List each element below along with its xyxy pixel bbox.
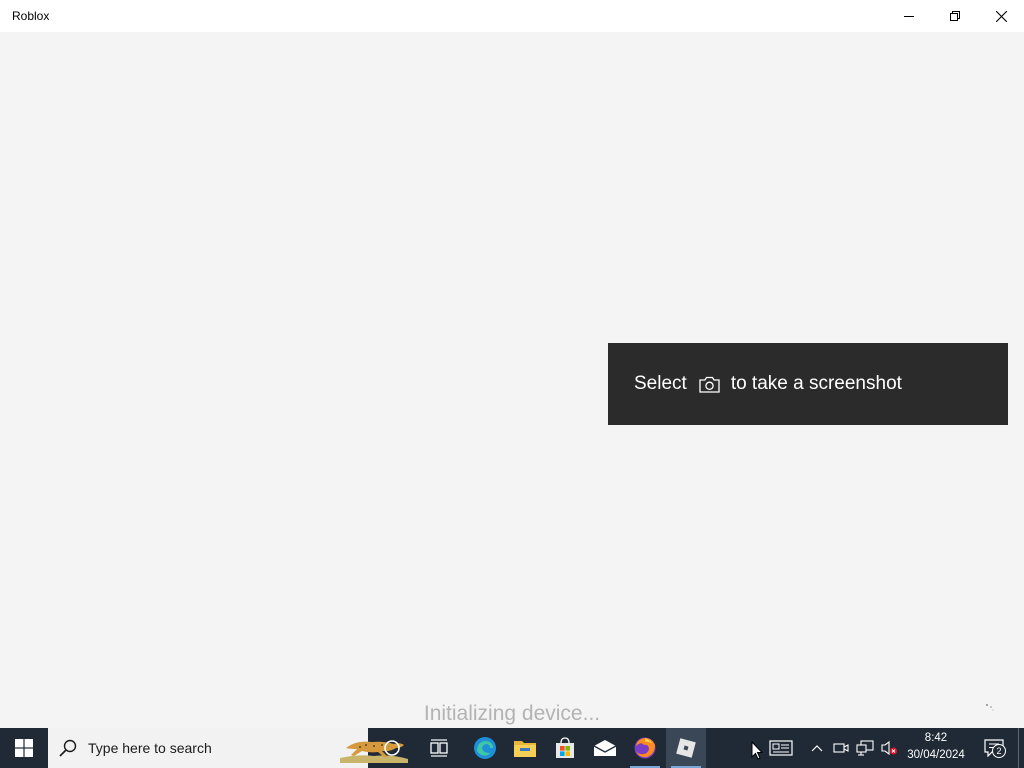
meet-now-button[interactable] <box>831 728 851 768</box>
toast-text-start: Select <box>634 373 687 394</box>
show-hidden-icons-button[interactable] <box>808 728 826 768</box>
roblox-taskbar-button[interactable] <box>666 728 706 768</box>
loading-spinner-icon <box>986 704 994 711</box>
show-desktop-button[interactable] <box>1018 728 1024 768</box>
network-button[interactable] <box>855 728 875 768</box>
camera-icon <box>699 376 720 393</box>
edge-icon <box>474 737 496 759</box>
taskbar-clock[interactable]: 8:42 30/04/2024 <box>904 728 968 768</box>
action-center-button[interactable]: 2 <box>976 728 1012 768</box>
folder-icon <box>514 741 536 757</box>
edge-button[interactable] <box>465 728 505 768</box>
roblox-window: Roblox Select to take a screenshot Initi… <box>0 0 1024 728</box>
task-view-icon <box>430 739 448 757</box>
clock-date: 30/04/2024 <box>907 749 965 761</box>
microsoft-store-button[interactable] <box>545 728 585 768</box>
taskbar-search-box[interactable]: Type here to search <box>48 728 408 768</box>
minimize-button[interactable] <box>886 0 932 32</box>
cortana-icon <box>384 740 400 756</box>
search-placeholder: Type here to search <box>88 740 212 756</box>
volume-button[interactable] <box>878 728 900 768</box>
store-icon <box>556 737 574 758</box>
news-and-interests-button[interactable] <box>768 728 794 768</box>
cortana-button[interactable] <box>372 728 412 768</box>
windows-logo-icon <box>15 739 33 757</box>
chevron-up-icon <box>811 745 823 752</box>
firefox-icon <box>634 737 656 759</box>
mouse-cursor-icon <box>751 741 763 760</box>
clock-time: 8:42 <box>924 732 948 744</box>
volume-muted-icon <box>881 740 897 756</box>
mail-button[interactable] <box>585 728 625 768</box>
restore-button[interactable] <box>932 0 978 32</box>
title-bar[interactable]: Roblox <box>0 0 1024 32</box>
close-button[interactable] <box>978 0 1024 32</box>
window-title: Roblox <box>12 9 50 23</box>
news-icon <box>769 740 793 756</box>
mail-icon <box>593 740 617 756</box>
screenshot-toast: Select to take a screenshot <box>608 343 1008 425</box>
roblox-icon <box>676 738 696 758</box>
toast-text-end: to take a screenshot <box>730 373 902 394</box>
file-explorer-button[interactable] <box>505 728 545 768</box>
network-icon <box>856 740 874 756</box>
restore-icon <box>950 11 960 21</box>
minimize-icon <box>904 16 914 17</box>
notification-count-badge: 2 <box>992 744 1006 758</box>
close-icon <box>995 10 1007 22</box>
meet-now-icon <box>833 743 849 753</box>
firefox-button[interactable] <box>625 728 665 768</box>
start-button[interactable] <box>0 728 48 768</box>
taskbar: Type here to search 8:42 30/04/2024 2 <box>0 728 1024 768</box>
loading-status: Initializing device... <box>423 702 601 725</box>
task-view-button[interactable] <box>419 728 459 768</box>
search-icon <box>59 739 77 757</box>
